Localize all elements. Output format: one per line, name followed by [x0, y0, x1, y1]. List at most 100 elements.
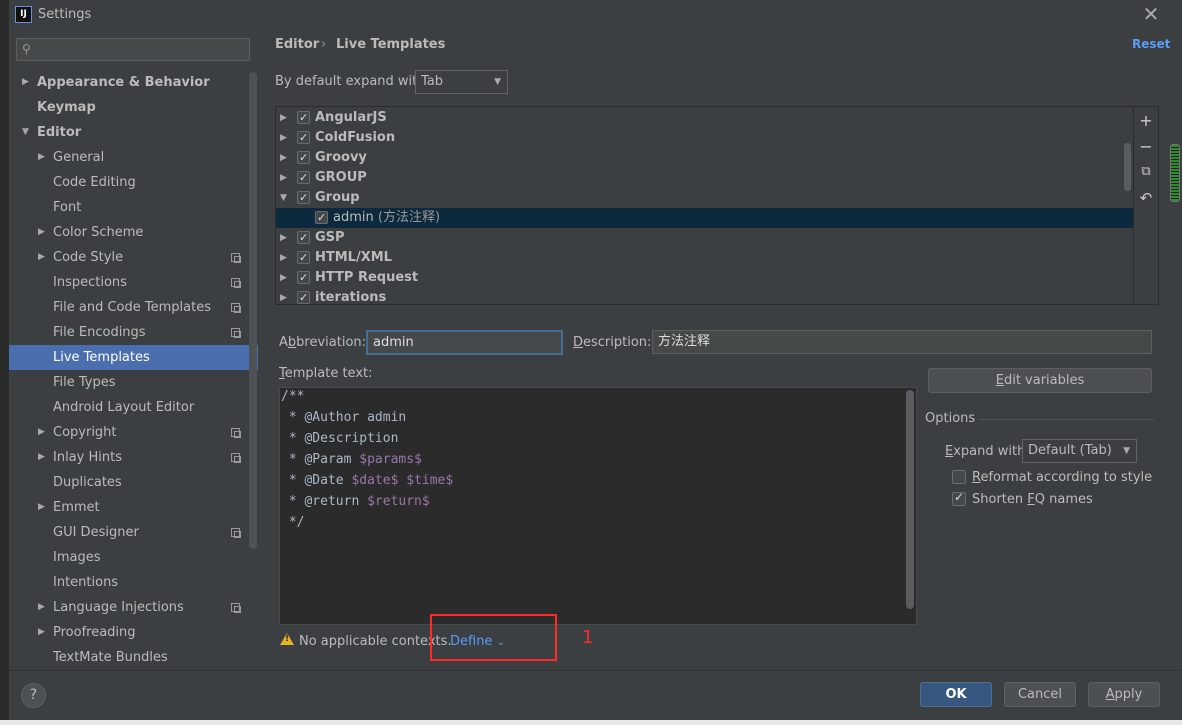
template-checkbox[interactable]: [297, 248, 310, 268]
expand-with-select[interactable]: Default (Tab) ▼: [1022, 439, 1137, 463]
template-scrollbar[interactable]: [906, 390, 914, 609]
abbreviation-label: Abbreviation:: [279, 335, 367, 350]
sidebar-item-file-and-code-templates[interactable]: File and Code Templates: [9, 295, 258, 320]
sidebar-item-font[interactable]: Font: [9, 195, 258, 220]
edit-variables-button[interactable]: Edit variables: [928, 368, 1152, 393]
sidebar-item-emmet[interactable]: ▶ Emmet: [9, 495, 258, 520]
template-group-row[interactable]: ▶ GSP: [276, 228, 1134, 248]
collapse-arrow-icon[interactable]: ▶: [280, 248, 287, 268]
sidebar-item-appearance-behavior[interactable]: ▶ Appearance & Behavior: [9, 70, 258, 95]
default-expand-select[interactable]: Tab ▼: [415, 70, 508, 94]
template-name: HTML/XML: [315, 248, 392, 268]
template-text-editor[interactable]: /** * @Author admin * @Description * @Pa…: [279, 387, 917, 625]
collapse-arrow-icon[interactable]: ▶: [280, 148, 287, 168]
template-group-row[interactable]: ▶ HTTP Request: [276, 268, 1134, 288]
annotation-highlight-box: [430, 614, 557, 661]
collapse-arrow-icon[interactable]: ▶: [280, 128, 287, 148]
sidebar-scrollbar[interactable]: [249, 72, 257, 549]
collapse-arrow-icon[interactable]: ▶: [280, 268, 287, 288]
close-icon[interactable]: ✕: [1142, 4, 1160, 24]
collapse-arrow-icon[interactable]: ▶: [38, 620, 45, 645]
apply-button[interactable]: Apply: [1088, 682, 1160, 707]
collapse-arrow-icon[interactable]: ▶: [280, 108, 287, 128]
collapse-arrow-icon[interactable]: ▶: [38, 220, 45, 245]
reset-link[interactable]: Reset: [1132, 37, 1170, 51]
sidebar-item-inspections[interactable]: Inspections: [9, 270, 258, 295]
template-name-text: AngularJS: [315, 110, 387, 125]
template-checkbox[interactable]: [297, 168, 310, 188]
sidebar-item-general[interactable]: ▶ General: [9, 145, 258, 170]
expand-arrow-icon[interactable]: ▼: [280, 188, 287, 208]
template-item[interactable]: admin (方法注释): [276, 208, 1134, 228]
sidebar-item-code-editing[interactable]: Code Editing: [9, 170, 258, 195]
sidebar-item-proofreading[interactable]: ▶ Proofreading: [9, 620, 258, 645]
default-expand-value: Tab: [421, 74, 444, 89]
template-checkbox[interactable]: [297, 228, 310, 248]
template-name-text: ColdFusion: [315, 130, 396, 145]
sidebar-item-file-types[interactable]: File Types: [9, 370, 258, 395]
template-checkbox[interactable]: [297, 188, 310, 208]
template-group-row[interactable]: ▼ Group: [276, 188, 1134, 208]
search-icon: ⚲: [22, 42, 31, 56]
shorten-fq-checkbox[interactable]: [952, 490, 966, 506]
sidebar-item-label: Code Editing: [53, 175, 136, 190]
template-variable: $return$: [367, 494, 430, 509]
collapse-arrow-icon[interactable]: ▶: [38, 145, 45, 170]
help-button[interactable]: ?: [21, 683, 46, 708]
settings-search-input[interactable]: [16, 38, 250, 61]
template-group-row[interactable]: ▶ AngularJS: [276, 108, 1134, 128]
sidebar-item-textmate-bundles[interactable]: TextMate Bundles: [9, 645, 258, 670]
template-checkbox[interactable]: [297, 148, 310, 168]
collapse-arrow-icon[interactable]: ▶: [38, 595, 45, 620]
collapse-arrow-icon[interactable]: ▶: [22, 70, 29, 95]
template-checkbox[interactable]: [315, 208, 328, 228]
templates-scrollbar[interactable]: [1124, 143, 1131, 191]
restore-icon[interactable]: ↶: [1138, 190, 1154, 206]
expand-arrow-icon[interactable]: ▼: [22, 120, 29, 145]
copy-icon[interactable]: ⧉: [1138, 164, 1154, 180]
reformat-checkbox[interactable]: [952, 470, 966, 484]
ok-button[interactable]: OK: [920, 682, 992, 707]
collapse-arrow-icon[interactable]: ▶: [38, 445, 45, 470]
remove-icon[interactable]: −: [1138, 139, 1154, 155]
template-checkbox[interactable]: [297, 128, 310, 148]
template-name: iterations: [315, 288, 386, 304]
template-group-row[interactable]: ▶ iterations: [276, 288, 1134, 304]
collapse-arrow-icon[interactable]: ▶: [38, 245, 45, 270]
collapse-arrow-icon[interactable]: ▶: [38, 420, 45, 445]
template-checkbox[interactable]: [297, 268, 310, 288]
collapse-arrow-icon[interactable]: ▶: [280, 168, 287, 188]
description-input[interactable]: 方法注释: [652, 330, 1152, 354]
sidebar-item-live-templates[interactable]: Live Templates: [9, 345, 258, 370]
sidebar-item-gui-designer[interactable]: GUI Designer: [9, 520, 258, 545]
template-code-line: * @Author admin: [281, 410, 407, 425]
sidebar-item-inlay-hints[interactable]: ▶ Inlay Hints: [9, 445, 258, 470]
collapse-arrow-icon[interactable]: ▶: [280, 228, 287, 248]
collapse-arrow-icon[interactable]: ▶: [38, 495, 45, 520]
sidebar-item-android-layout-editor[interactable]: Android Layout Editor: [9, 395, 258, 420]
sidebar-item-duplicates[interactable]: Duplicates: [9, 470, 258, 495]
sidebar-item-copyright[interactable]: ▶ Copyright: [9, 420, 258, 445]
template-group-row[interactable]: ▶ HTML/XML: [276, 248, 1134, 268]
template-checkbox[interactable]: [297, 108, 310, 128]
cancel-button[interactable]: Cancel: [1004, 682, 1076, 707]
template-variable: $params$: [359, 452, 422, 467]
background-memory-gauge: [1170, 144, 1180, 202]
template-group-row[interactable]: ▶ GROUP: [276, 168, 1134, 188]
abbreviation-input[interactable]: admin: [366, 330, 563, 355]
template-group-row[interactable]: ▶ Groovy: [276, 148, 1134, 168]
template-checkbox[interactable]: [297, 288, 310, 304]
sidebar-item-intentions[interactable]: Intentions: [9, 570, 258, 595]
sidebar-item-code-style[interactable]: ▶ Code Style: [9, 245, 258, 270]
sidebar-item-editor[interactable]: ▼ Editor: [9, 120, 258, 145]
collapse-arrow-icon[interactable]: ▶: [280, 288, 287, 304]
sidebar-item-keymap[interactable]: Keymap: [9, 95, 258, 120]
sidebar-item-label: GUI Designer: [53, 525, 139, 540]
sidebar-item-color-scheme[interactable]: ▶ Color Scheme: [9, 220, 258, 245]
add-icon[interactable]: +: [1138, 113, 1154, 129]
sidebar-item-language-injections[interactable]: ▶ Language Injections: [9, 595, 258, 620]
sidebar-item-file-encodings[interactable]: File Encodings: [9, 320, 258, 345]
sidebar-item-label: Duplicates: [53, 475, 122, 490]
sidebar-item-images[interactable]: Images: [9, 545, 258, 570]
template-group-row[interactable]: ▶ ColdFusion: [276, 128, 1134, 148]
